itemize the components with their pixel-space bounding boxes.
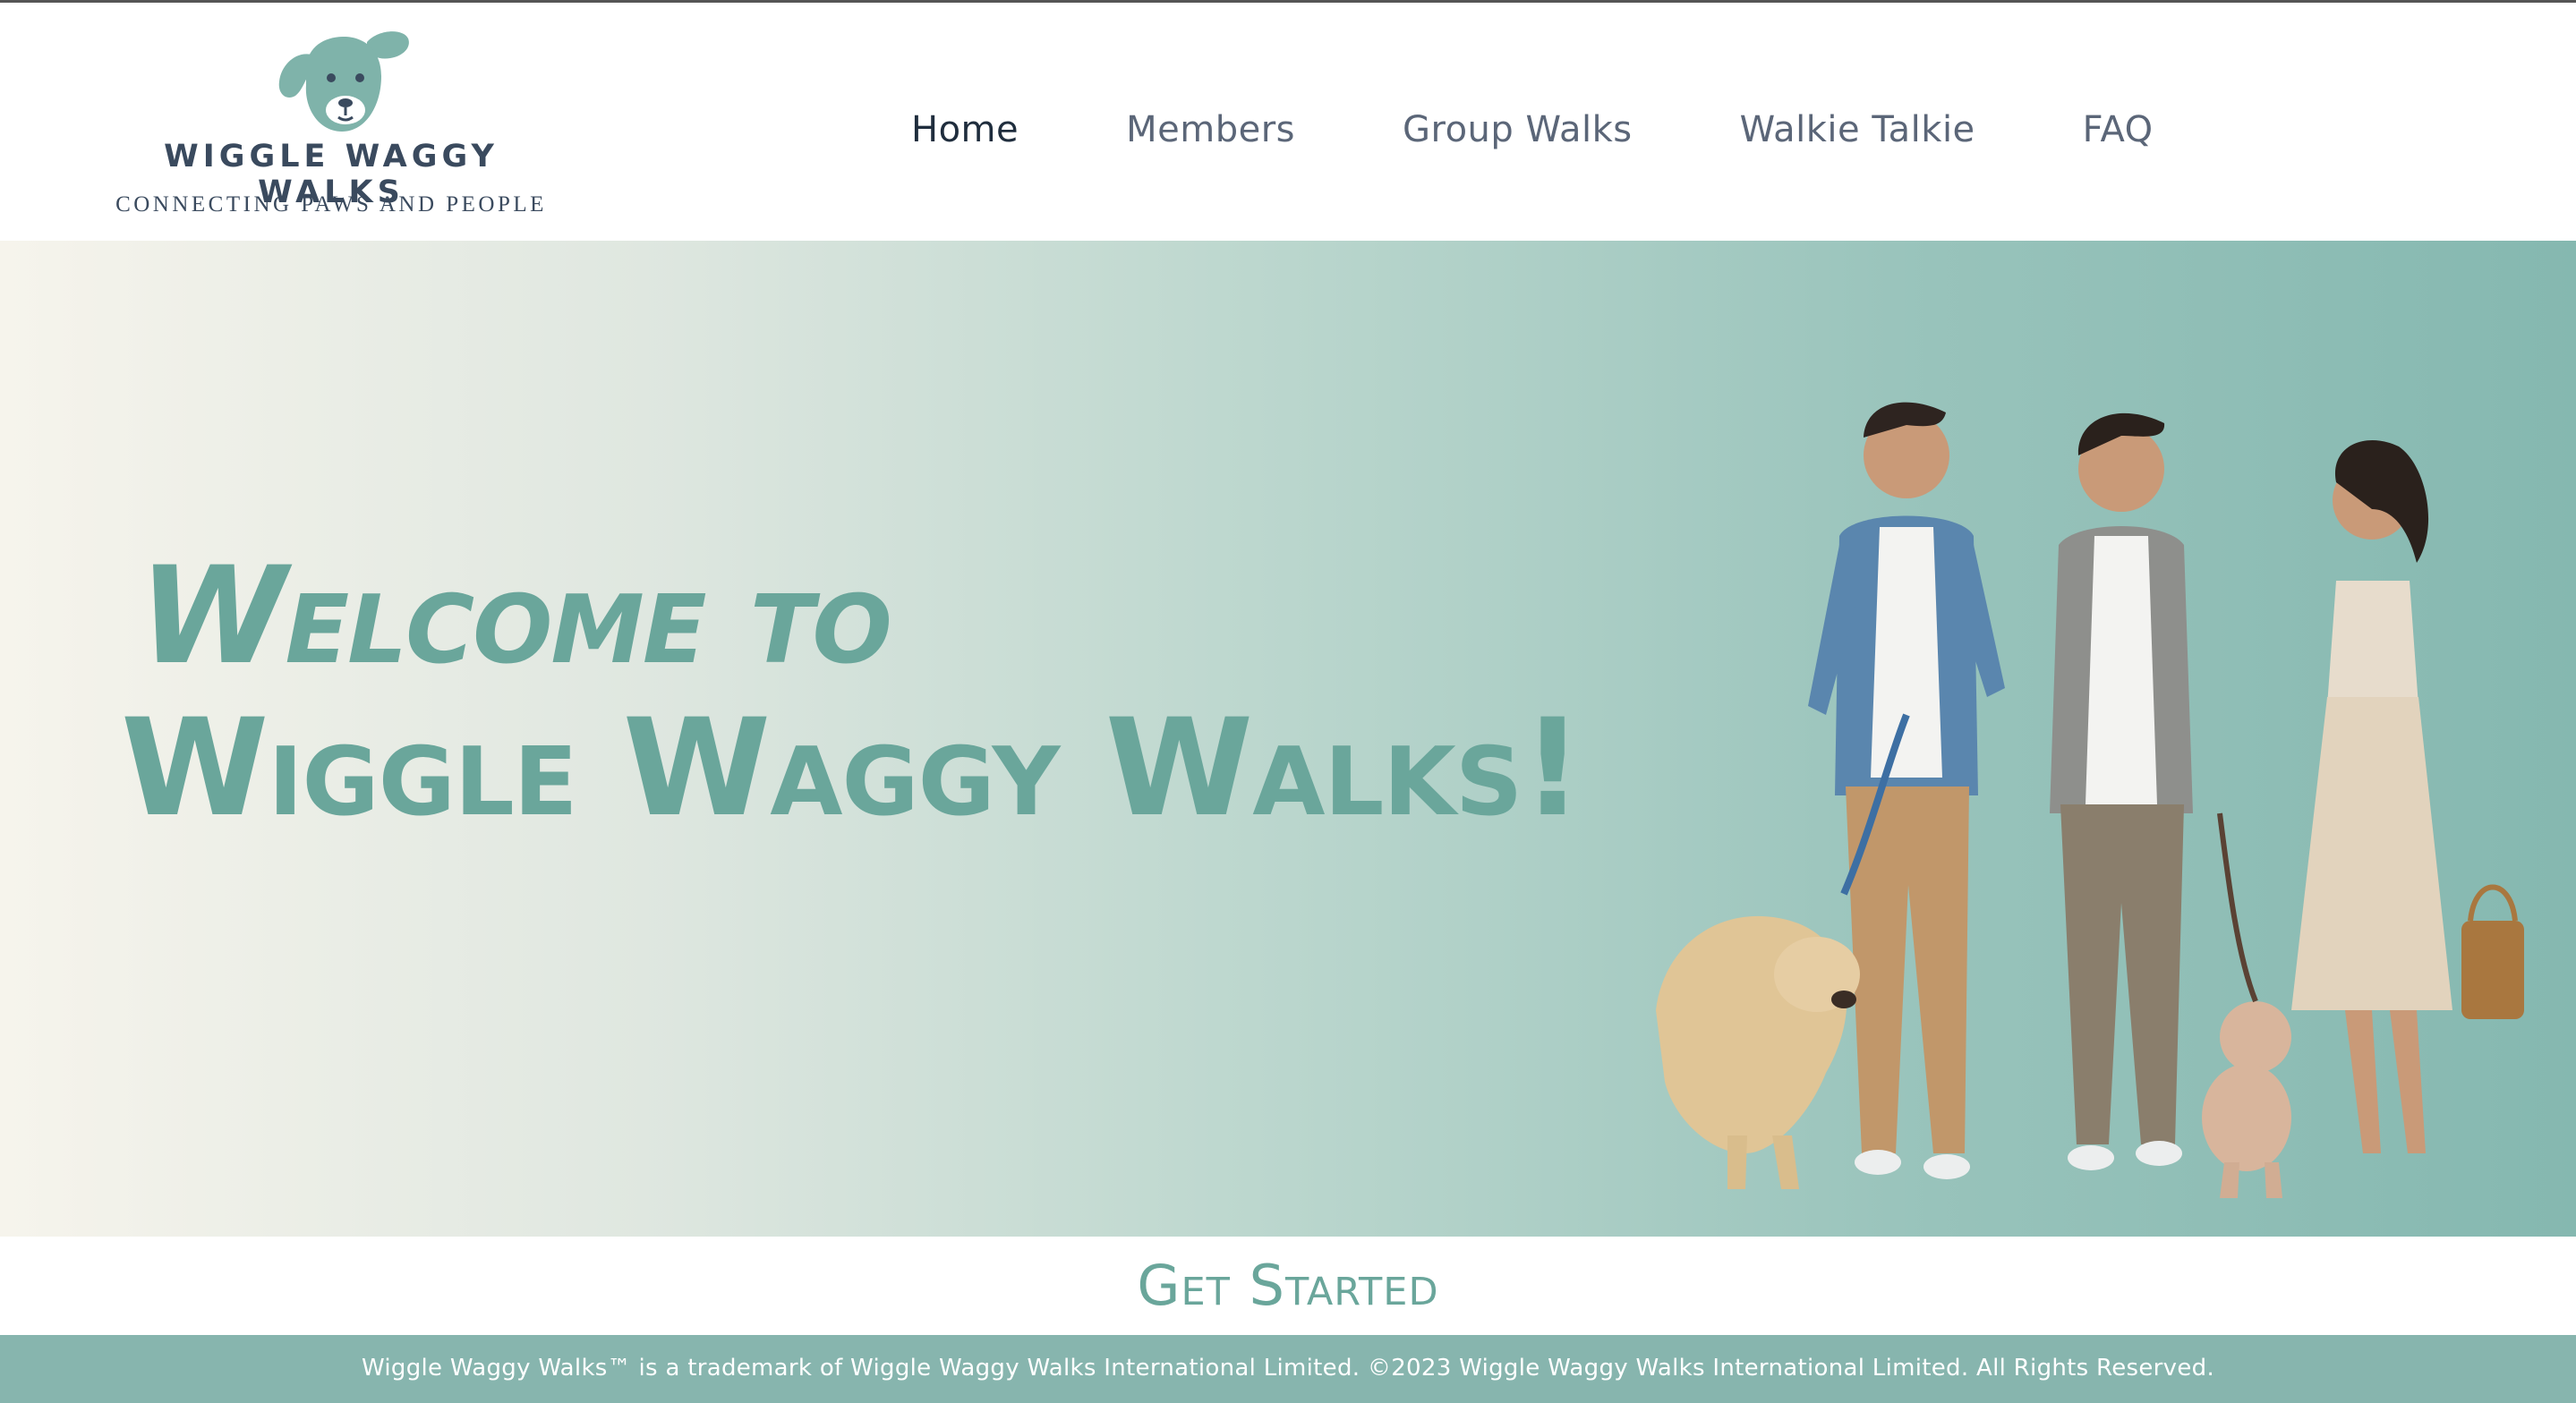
nav-item-walkie-talkie[interactable]: Walkie Talkie (1740, 109, 1975, 150)
nav-item-members[interactable]: Members (1126, 109, 1295, 150)
footer-copyright: Wiggle Waggy Walks™ is a trademark of Wi… (361, 1355, 2215, 1382)
nav-item-group-walks[interactable]: Group Walks (1403, 109, 1633, 150)
person-2-figure (2050, 412, 2193, 1170)
dog-head-icon (278, 31, 409, 132)
golden-retriever-figure (1656, 915, 1860, 1189)
poodle-figure (2202, 1001, 2291, 1198)
site-footer: Wiggle Waggy Walks™ is a trademark of Wi… (0, 1335, 2576, 1403)
site-logo[interactable]: WIGGLE WAGGY WALKS CONNECTING PAWS AND P… (98, 22, 564, 228)
hero-heading: Welcome to Wiggle Waggy Walks! (121, 539, 1583, 846)
get-started-button[interactable]: Get Started (0, 1253, 2576, 1318)
main-nav: Home Members Group Walks Walkie Talkie F… (911, 103, 2261, 157)
nav-item-home[interactable]: Home (911, 109, 1019, 150)
hero-banner: Welcome to Wiggle Waggy Walks! (0, 241, 2576, 1237)
hero-photo-people-walking-dogs (1656, 402, 2524, 1198)
cta-band: Get Started (0, 1237, 2576, 1335)
brand-tagline: CONNECTING PAWS AND PEOPLE (115, 192, 547, 217)
person-3-figure (2291, 440, 2524, 1153)
site-header: WIGGLE WAGGY WALKS CONNECTING PAWS AND P… (0, 3, 2576, 241)
nav-item-faq[interactable]: FAQ (2083, 109, 2154, 150)
person-1-figure (1808, 402, 2005, 1179)
hero-heading-line1: Welcome to (139, 539, 892, 694)
hero-heading-line2: Wiggle Waggy Walks! (121, 691, 1583, 846)
